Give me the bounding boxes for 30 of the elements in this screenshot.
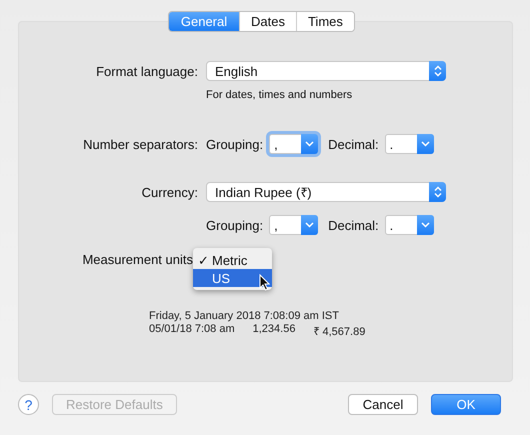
chevron-down-icon	[416, 215, 434, 235]
currency-popup[interactable]: Indian Rupee (₹)	[206, 182, 446, 202]
hint-text: For dates, times and numbers	[206, 89, 354, 101]
field-label: Currency:	[140, 184, 198, 200]
field-label: Number separators:	[82, 136, 198, 152]
decimal-popup[interactable]: .	[384, 134, 434, 154]
dialog-button[interactable]: Cancel	[348, 394, 418, 415]
grouping-popup[interactable]: ,	[269, 134, 318, 154]
chevron-down-icon	[301, 134, 318, 154]
field-label: Measurement units	[81, 252, 193, 267]
decimal-popup[interactable]: .	[384, 215, 434, 235]
mouse-pointer-icon	[259, 274, 270, 291]
stepper-icon	[429, 182, 446, 202]
chevron-down-icon	[416, 134, 434, 154]
field-label: Grouping:	[206, 136, 264, 152]
sample-value: 05/01/18 7:08 am	[149, 323, 235, 337]
field-label: Format language:	[95, 64, 198, 78]
menu-item[interactable]: ✓ Metric	[193, 251, 272, 269]
field-label: Grouping:	[206, 218, 264, 232]
chevron-down-icon	[301, 215, 318, 235]
stepper-icon	[429, 61, 446, 81]
help-button[interactable]: ?	[18, 394, 39, 415]
sample-value: ₹ 4,567.89	[313, 325, 366, 338]
sample-value: 1,234.56	[252, 323, 296, 337]
grouping-popup[interactable]: ,	[269, 215, 318, 235]
field-label: Decimal:	[328, 218, 379, 232]
sample-date: Friday, 5 January 2018 7:08:09 am IST	[149, 310, 340, 322]
menu-item[interactable]: US	[193, 269, 272, 287]
field-label: Decimal:	[328, 136, 379, 152]
language-popup[interactable]: English	[206, 61, 446, 81]
